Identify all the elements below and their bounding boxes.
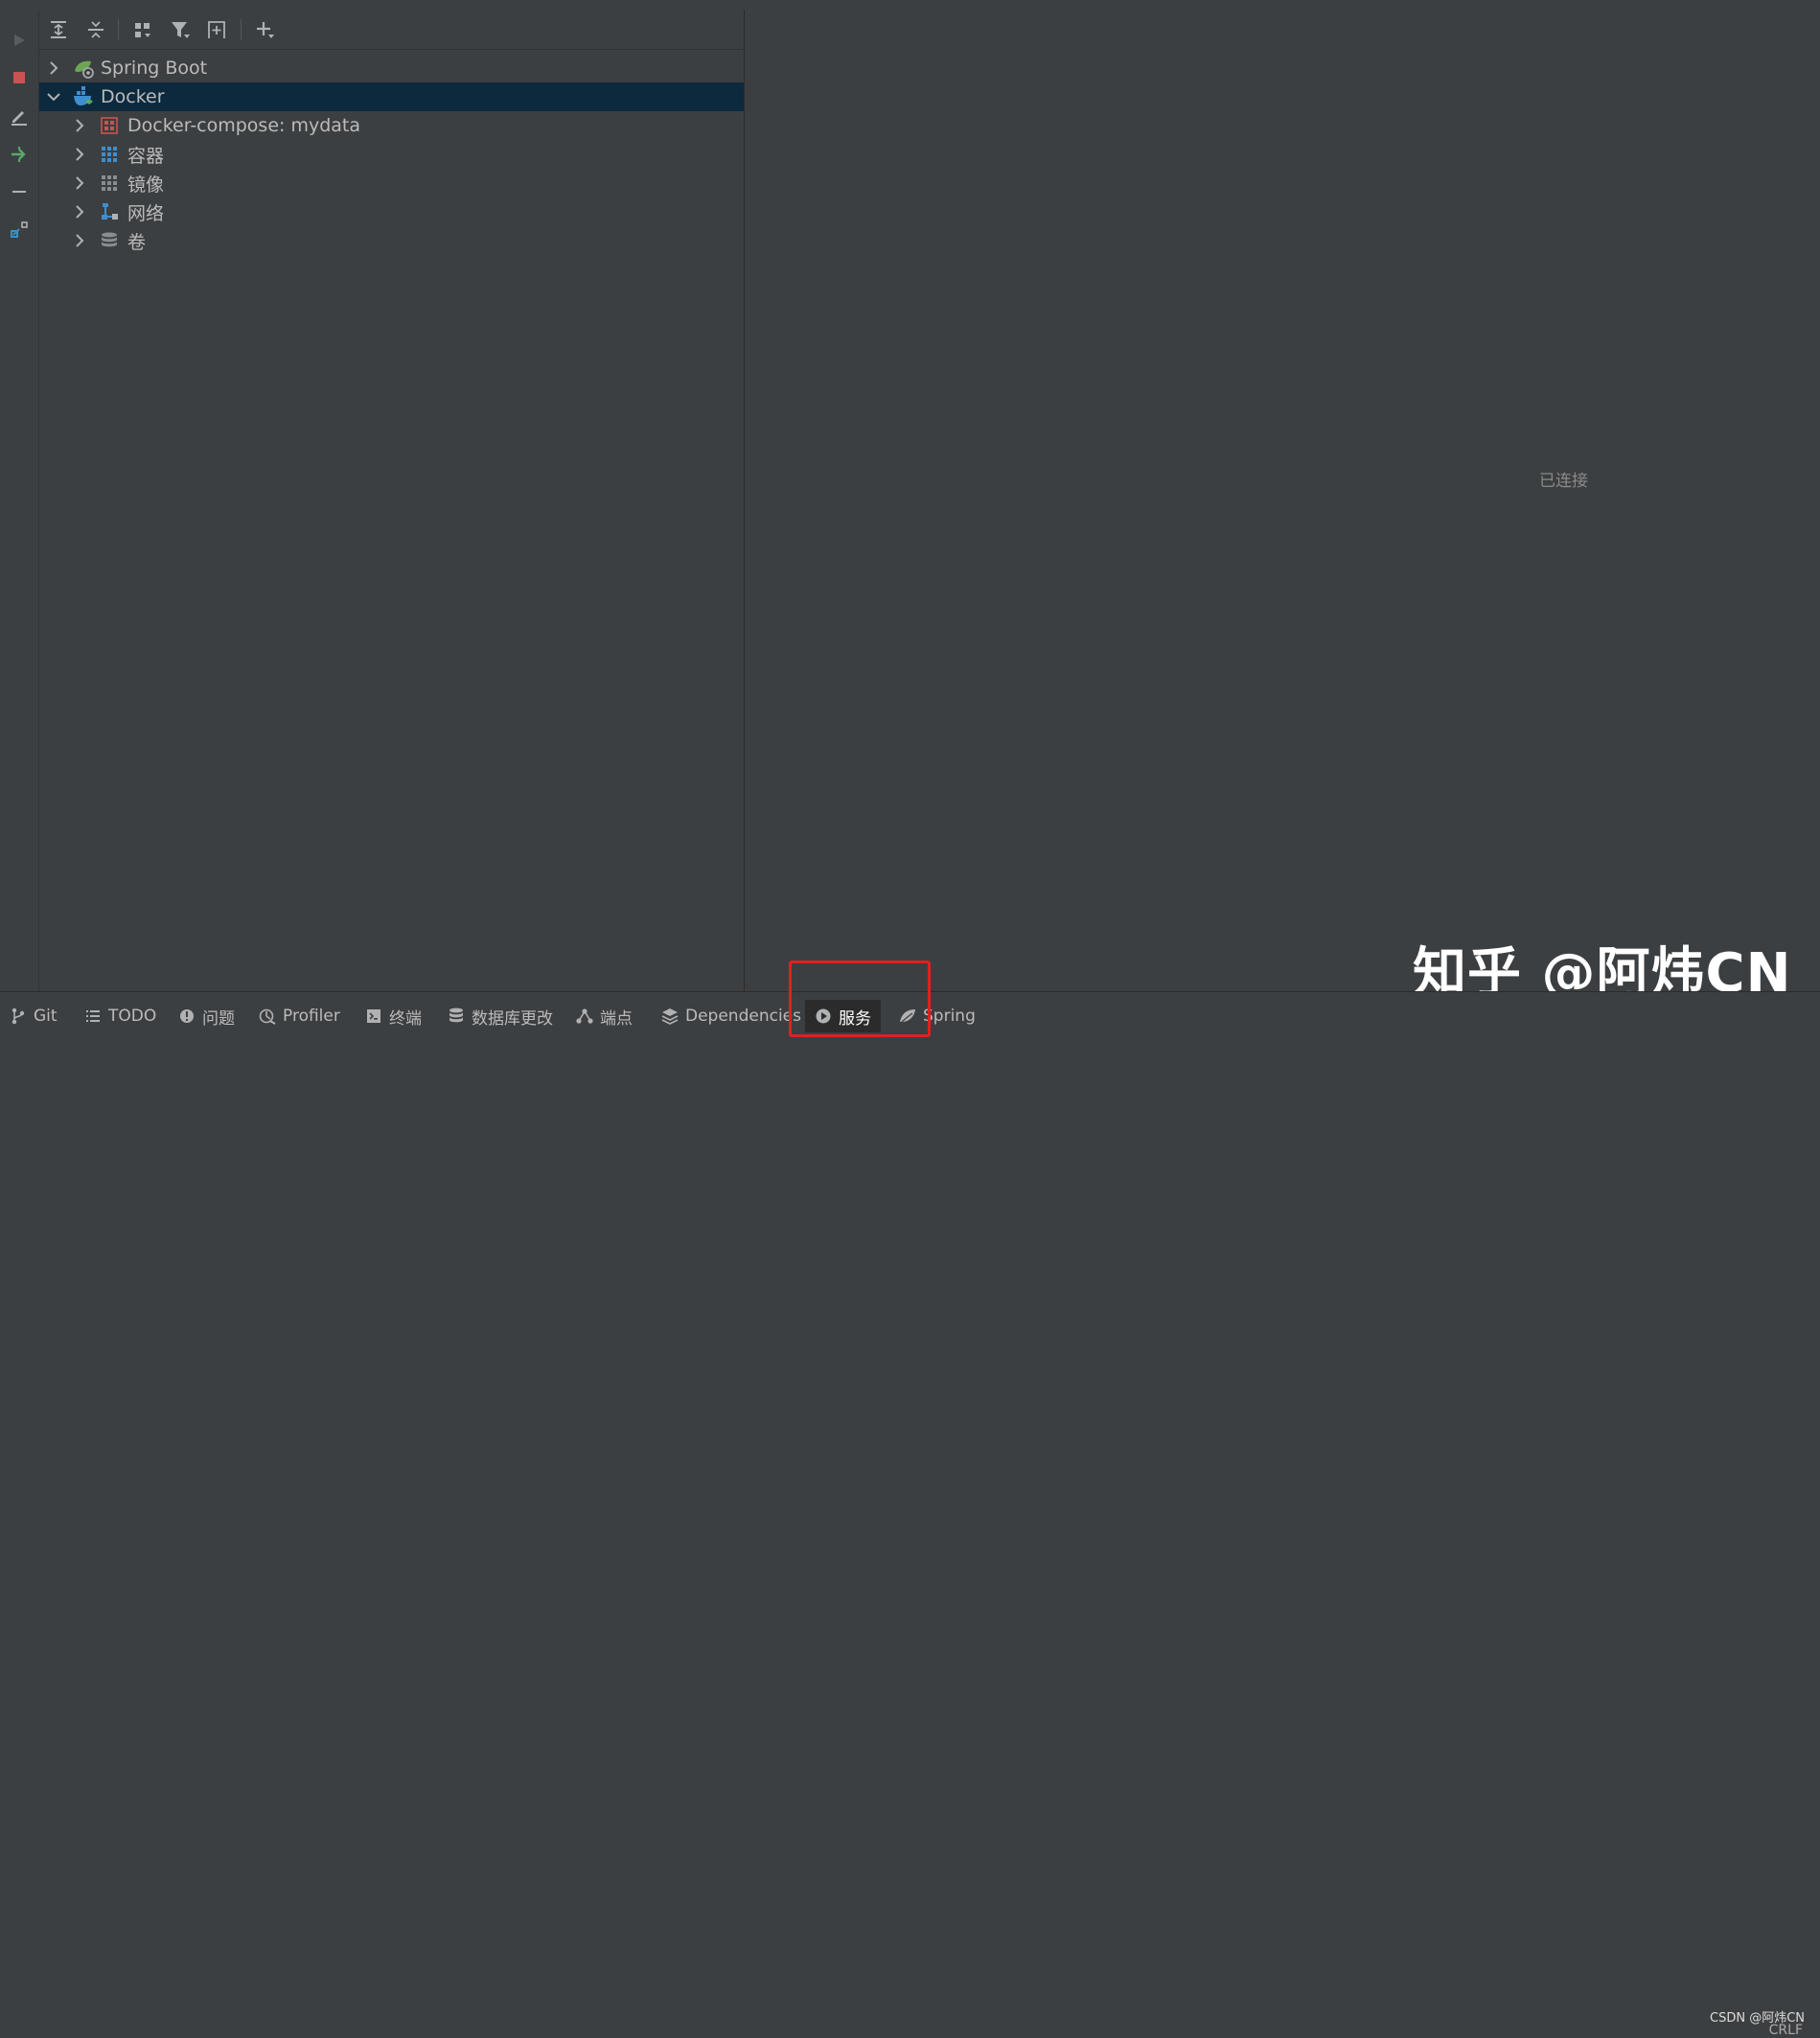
tree-item-label: Spring Boot [101,58,208,79]
collapse-all-icon[interactable] [83,17,108,42]
tab-label: 终端 [389,1008,422,1029]
tab-database-changes[interactable]: 数据库更改 [448,1000,553,1032]
tab-label: Spring [923,1007,976,1026]
tree-item-containers[interactable]: 容器 [39,140,744,169]
remove-icon[interactable] [8,180,31,203]
database-changes-icon [448,1007,465,1025]
add-service-icon[interactable] [253,17,278,42]
tree-item-label: Docker [101,86,165,107]
tab-dependencies[interactable]: Dependencies [661,1000,801,1032]
tab-label: TODO [108,1007,157,1026]
profiler-icon [259,1007,276,1025]
tab-label: Git [34,1007,58,1026]
tree-item-label: 容器 [127,145,165,167]
docker-icon [73,86,94,107]
stop-icon[interactable] [8,66,31,89]
chevron-down-icon[interactable] [45,88,62,105]
chevron-right-icon[interactable] [71,203,88,220]
tab-label: 问题 [202,1008,235,1029]
list-icon [84,1007,102,1025]
tab-profiler[interactable]: Profiler [259,1000,340,1032]
endpoints-icon [576,1007,593,1025]
tree-item-label: 网络 [127,202,165,224]
group-by-icon[interactable] [130,17,155,42]
tab-label: Profiler [283,1007,340,1026]
chevron-right-icon[interactable] [71,232,88,249]
spring-boot-icon [73,58,94,79]
tree-item-label: 镜像 [127,174,165,196]
services-toolbar [39,10,744,50]
tree-item-networks[interactable]: 网络 [39,197,744,226]
service-detail-panel: 已连接 知乎 @阿炜CN [745,10,1820,1005]
filter-icon[interactable] [168,17,193,42]
tab-endpoints[interactable]: 端点 [576,1000,633,1032]
tree-item-spring-boot[interactable]: Spring Boot [39,54,744,82]
expand-all-icon[interactable] [46,17,71,42]
tab-terminal[interactable]: 终端 [365,1000,422,1032]
dependencies-icon [661,1007,679,1025]
services-action-bar [0,10,39,991]
tab-label: 端点 [600,1008,633,1029]
connection-status: 已连接 [1539,472,1588,491]
tab-problems[interactable]: 问题 [178,1000,235,1032]
run-icon[interactable] [8,29,31,52]
tree-item-label: 卷 [127,231,147,253]
chevron-right-icon[interactable] [71,117,88,134]
network-icon [99,201,120,222]
chevron-right-icon[interactable] [71,146,88,163]
link-icon[interactable] [8,218,31,241]
tree-item-volumes[interactable]: 卷 [39,226,744,255]
services-tree-panel: Spring Boot Docker Docker-compose: mydat… [39,10,745,991]
volumes-icon [99,230,120,251]
highlight-annotation-box [789,961,931,1037]
tab-label: 数据库更改 [472,1008,553,1029]
deploy-icon[interactable] [8,143,31,166]
problems-icon [178,1007,196,1025]
tree-item-label: Docker-compose: mydata [127,115,361,136]
terminal-icon [365,1007,382,1025]
edit-icon[interactable] [8,104,31,127]
tab-git[interactable]: Git [10,1000,58,1032]
tab-todo[interactable]: TODO [84,1000,156,1032]
tab-label: Dependencies [685,1007,801,1026]
git-branch-icon [10,1007,27,1025]
tree-item-images[interactable]: 镜像 [39,169,744,197]
images-icon [99,173,120,194]
docker-compose-icon [99,115,120,136]
chevron-right-icon[interactable] [71,174,88,192]
containers-icon [99,144,120,165]
new-tab-icon[interactable] [204,17,229,42]
tree-item-docker[interactable]: Docker [39,82,744,111]
tree-item-docker-compose[interactable]: Docker-compose: mydata [39,111,744,140]
line-separator-indicator[interactable]: CRLF [1769,2023,1803,2038]
chevron-right-icon[interactable] [45,59,62,77]
